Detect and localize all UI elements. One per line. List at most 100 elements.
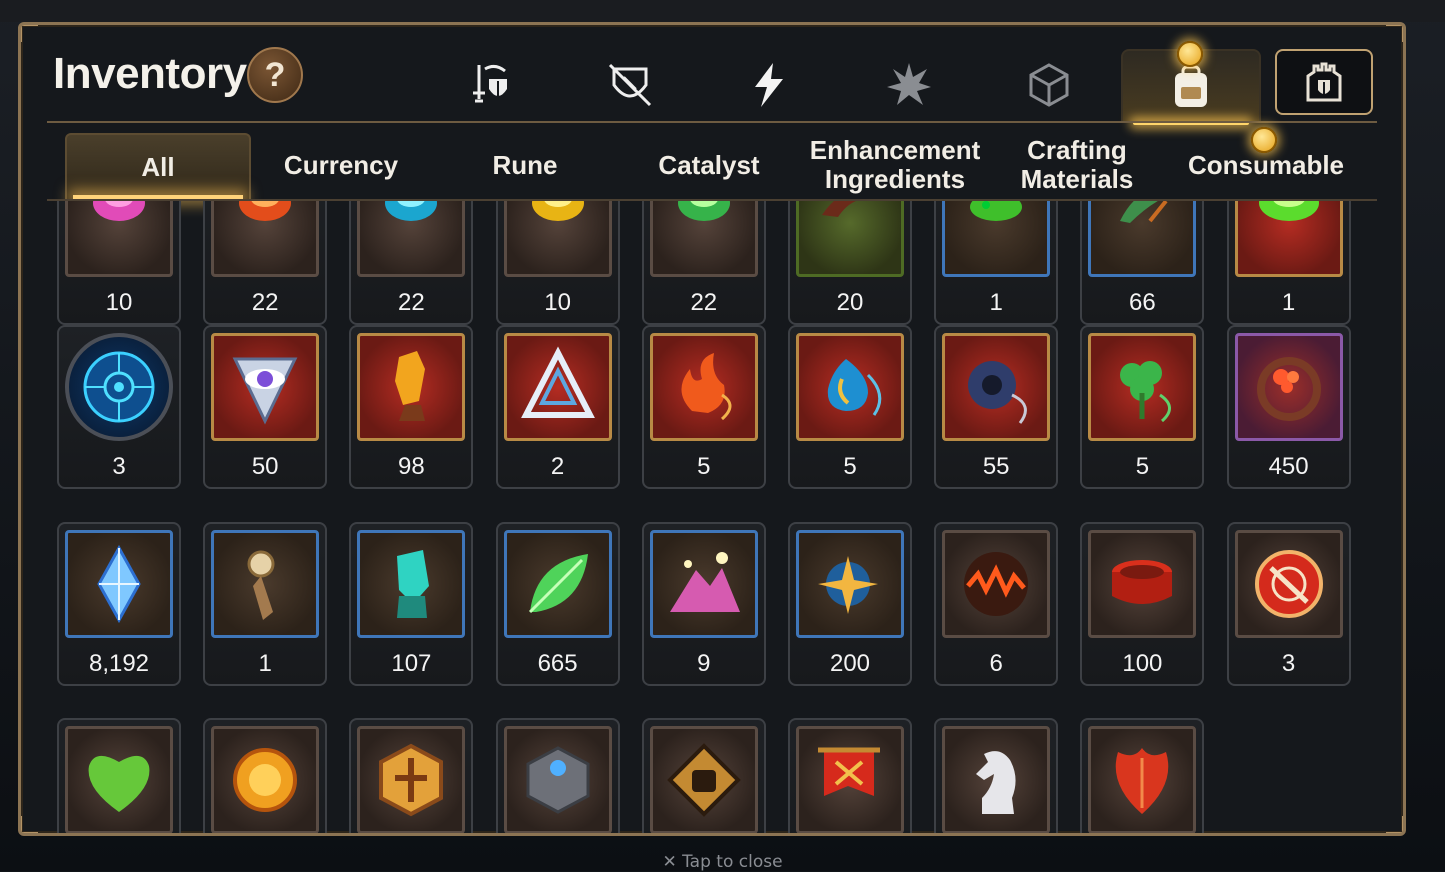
tab-currency[interactable]: Currency [251,133,431,197]
tab-label: Crafting Materials [1020,135,1134,194]
help-button[interactable]: ? [247,47,303,103]
item-quantity: 3 [112,453,126,480]
item-frame [942,530,1051,638]
item-frame [1234,333,1343,441]
tab-catalyst[interactable]: Catalyst [619,133,799,197]
item-frame [357,530,466,638]
flower-ring-icon [1256,357,1321,421]
backpack-icon [1175,65,1207,107]
inventory-item[interactable] [934,718,1059,833]
inventory-item[interactable]: 10 [495,201,620,325]
inventory-item[interactable] [57,718,181,833]
pink-gem-icon [93,201,145,221]
panel-corner [1386,25,1403,42]
inventory-item[interactable]: 55 [934,325,1059,489]
tab-enhancement-ingredients[interactable]: Enhancement Ingredients [805,133,985,197]
inventory-grid: 10 22 22 10 22 20 1 66 1 3 50 98 2 5 5 55 5 450 8,192 1 107 6… [21,201,1403,833]
item-quantity: 107 [391,650,432,677]
inventory-item[interactable]: 107 [349,522,474,686]
inventory-item[interactable]: 50 [203,325,328,489]
inventory-item[interactable] [788,718,912,833]
rune-circle-icon [83,351,155,423]
item-quantity: 450 [1268,453,1309,480]
tab-crafting-materials[interactable]: Crafting Materials [987,133,1167,197]
inventory-item[interactable]: 22 [349,201,474,325]
item-frame [649,201,758,277]
inventory-item[interactable]: 6 [934,522,1059,686]
inventory-item[interactable] [203,718,328,833]
inventory-item[interactable] [495,718,620,833]
inventory-item[interactable]: 66 [1080,201,1205,325]
item-quantity: 22 [690,289,718,316]
inventory-item[interactable]: 22 [641,201,766,325]
item-quantity: 55 [982,453,1010,480]
inventory-item[interactable]: 1 [1226,201,1351,325]
inventory-item[interactable]: 10 [57,201,181,325]
item-frame [649,333,758,441]
inventory-item[interactable]: 1 [203,522,328,686]
squad-button[interactable] [1275,49,1373,115]
inventory-item[interactable] [349,718,474,833]
inventory-item[interactable]: 200 [788,522,912,686]
artifact-tab[interactable] [423,49,559,121]
tab-label: Rune [492,149,558,180]
item-frame [649,530,758,638]
tab-all[interactable]: All [65,133,251,199]
cube-tab[interactable] [981,49,1117,121]
yellow-gem-icon [531,201,584,221]
pink-mountain-icon [669,552,740,612]
inventory-item[interactable]: 3 [57,325,181,489]
item-quantity: 98 [398,453,425,480]
green-heart-icon [88,755,150,812]
cube-icon [1029,63,1069,107]
inventory-item[interactable]: 9 [641,522,766,686]
inventory-item[interactable]: 20 [788,201,912,325]
inventory-item[interactable]: 22 [203,201,328,325]
skill-tab[interactable] [701,49,837,121]
item-frame [1088,333,1197,441]
item-frame [1088,726,1197,833]
slime-icon [970,201,1023,221]
star-tab[interactable] [841,49,977,121]
knight-piece-icon [976,751,1016,814]
inventory-item[interactable]: 665 [495,522,620,686]
item-frame [503,333,612,441]
inventory-item[interactable]: 5 [788,325,912,489]
sun-coin-icon [233,748,298,812]
inventory-item[interactable] [1080,718,1205,833]
teal-crystal-icon [397,550,430,618]
item-frame [503,726,612,833]
herb-icon [1120,201,1168,223]
item-frame [1234,201,1343,277]
item-frame [503,201,612,277]
item-frame [1088,201,1197,277]
item-frame [65,726,173,833]
item-frame [65,333,173,441]
item-quantity: 200 [829,650,871,677]
inventory-item[interactable]: 98 [349,325,474,489]
flame-charm-icon [681,353,732,421]
item-quantity: 6 [989,650,1003,677]
inventory-item[interactable]: 1 [934,201,1059,325]
inventory-item[interactable] [641,718,766,833]
tab-rune[interactable]: Rune [435,133,615,197]
inventory-item[interactable]: 450 [1226,325,1351,489]
cyan-gem-icon [385,201,438,221]
item-frame [503,530,612,638]
accessory-tab[interactable] [562,49,698,121]
triangle-knot-icon [520,346,595,418]
tab-label: Currency [283,149,399,180]
inventory-item[interactable]: 3 [1226,522,1351,686]
inventory-item[interactable]: 5 [1080,325,1205,489]
item-quantity: 3 [1281,650,1296,677]
item-frame [796,201,904,277]
notification-dot [1177,41,1203,67]
eye-crest-icon [232,357,298,425]
inventory-item[interactable]: 2 [495,325,620,489]
castle-shield-icon [1306,62,1342,102]
inventory-item[interactable]: 5 [641,325,766,489]
item-frame [65,530,173,638]
tap-to-close-hint[interactable]: ✕ Tap to close [0,852,1445,872]
inventory-item[interactable]: 8,192 [57,522,181,686]
inventory-item[interactable]: 100 [1080,522,1205,686]
